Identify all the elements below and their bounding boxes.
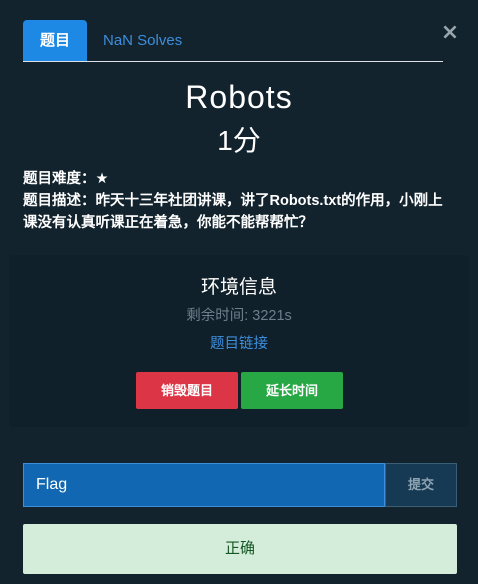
challenge-link[interactable]: 题目链接 (9, 333, 469, 355)
description-row: 题目描述：昨天十三年社团讲课，讲了Robots.txt的作用，小刚上课没有认真听… (23, 190, 455, 234)
challenge-points: 1分 (217, 125, 261, 156)
challenge-details: 题目难度：★ 题目描述：昨天十三年社团讲课，讲了Robots.txt的作用，小刚… (23, 168, 455, 234)
tab-solves[interactable]: NaN Solves (103, 20, 182, 61)
difficulty-label: 题目难度： (23, 171, 96, 187)
environment-panel: 环境信息 剩余时间: 3221s 题目链接 销毁题目 延长时间 (9, 255, 469, 427)
difficulty-stars: ★ (95, 171, 109, 187)
remaining-time: 剩余时间: 3221s (186, 308, 292, 324)
close-icon[interactable]: × (440, 22, 460, 44)
flag-input[interactable] (23, 463, 385, 507)
destroy-challenge-button[interactable]: 销毁题目 (136, 372, 238, 409)
description-label: 题目描述： (23, 193, 96, 209)
environment-title: 环境信息 (200, 277, 277, 298)
challenge-tabs: 题目 NaN Solves (23, 20, 443, 62)
challenge-title: Robots (185, 79, 293, 115)
difficulty-row: 题目难度：★ (23, 168, 455, 190)
tab-challenge[interactable]: 题目 (23, 20, 87, 61)
result-message: 正确 (23, 524, 457, 574)
extend-time-button[interactable]: 延长时间 (241, 372, 343, 409)
submit-button[interactable]: 提交 (385, 463, 457, 507)
